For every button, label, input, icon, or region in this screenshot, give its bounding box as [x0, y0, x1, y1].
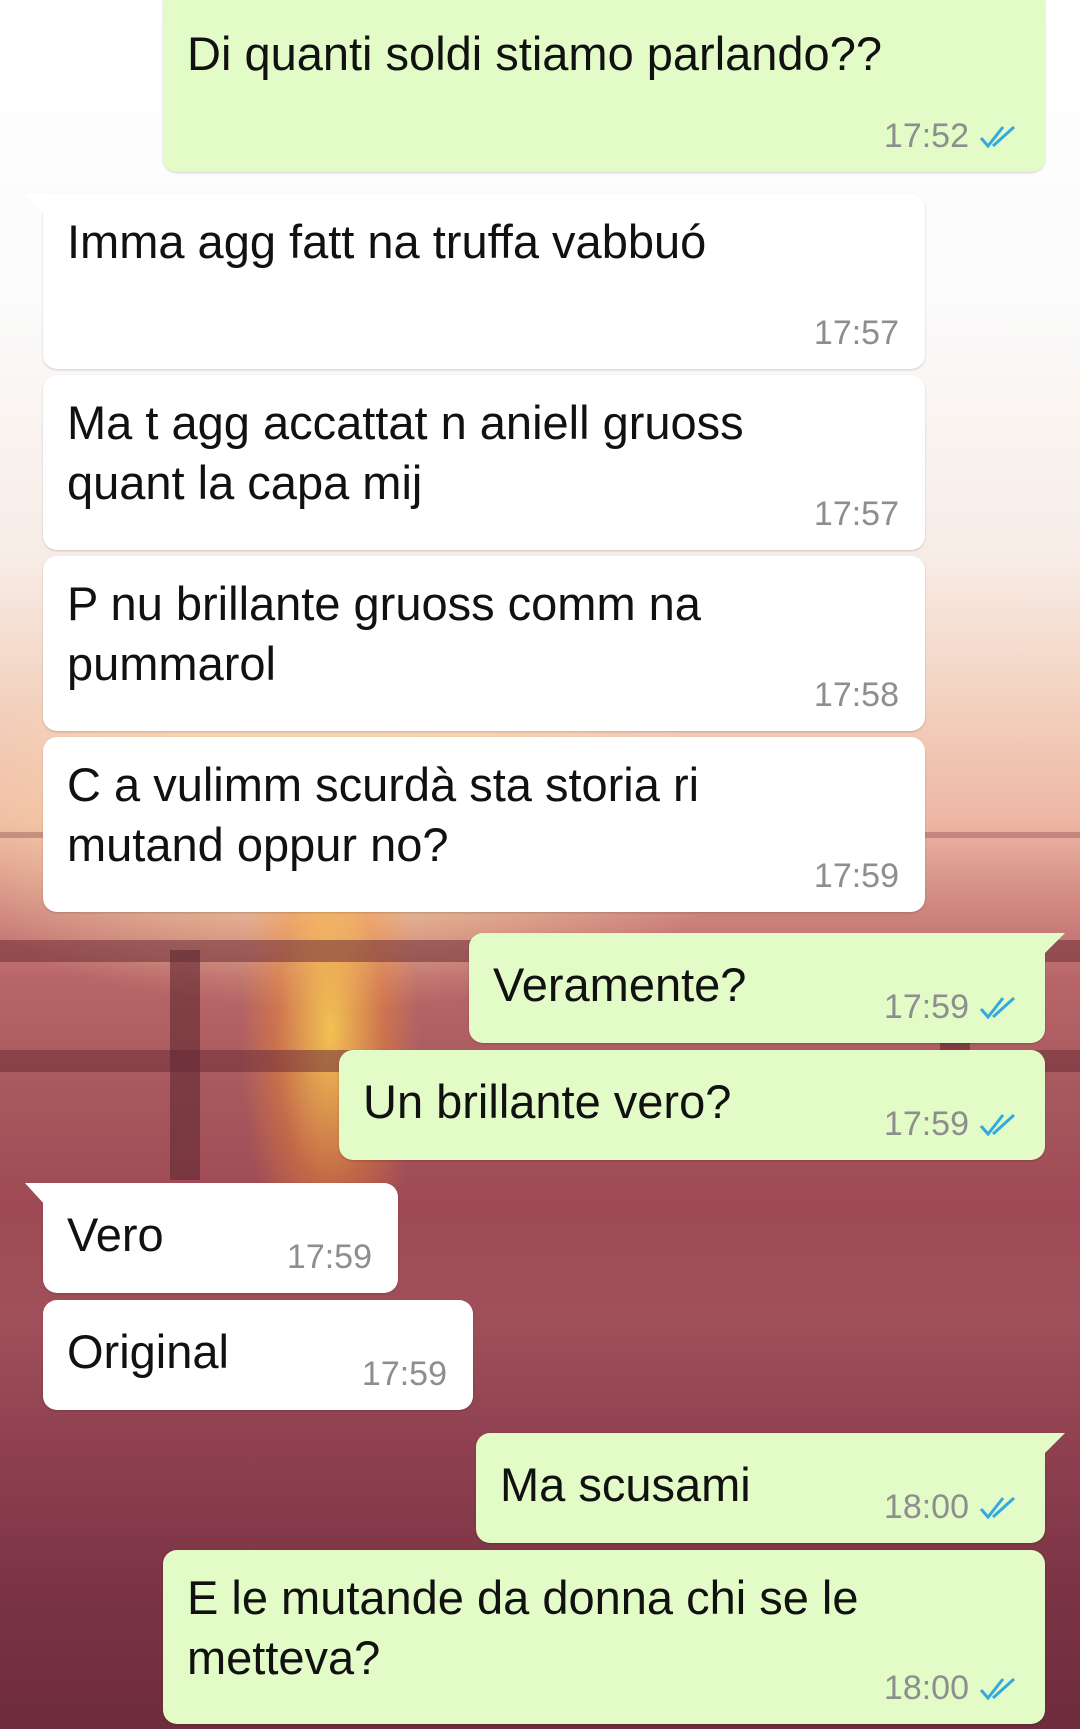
- message-meta: 17:58: [814, 676, 899, 715]
- message-text: Un brillante vero?: [363, 1075, 732, 1128]
- message-time: 17:59: [813, 857, 899, 895]
- message-time: 17:57: [813, 314, 899, 352]
- message-bubble-incoming[interactable]: Original 17:59: [43, 1300, 473, 1410]
- message-meta: 17:59: [287, 1238, 372, 1277]
- message-bubble-incoming[interactable]: Imma agg fatt na truffa vabbuó 17:57: [25, 194, 925, 369]
- message-time: 17:58: [813, 676, 899, 714]
- message-time: 17:52: [883, 117, 969, 155]
- message-meta: 17:59: [362, 1355, 447, 1394]
- message-time: 18:00: [883, 1488, 969, 1526]
- message-bubble-incoming[interactable]: C a vulimm scurdà sta storia ri mutand o…: [43, 737, 925, 912]
- message-text: C a vulimm scurdà sta storia ri mutand o…: [67, 755, 699, 875]
- bubble-tail: [25, 1183, 45, 1205]
- message-meta: 18:00: [884, 1488, 1019, 1527]
- message-text: Vero: [67, 1208, 164, 1261]
- double-check-read-icon: [979, 1496, 1016, 1519]
- message-bubble-outgoing[interactable]: Ma scusami 18:00: [476, 1433, 1065, 1543]
- message-time: 18:00: [883, 1669, 969, 1707]
- message-time: 17:59: [361, 1355, 447, 1393]
- message-text: Imma agg fatt na truffa vabbuó: [67, 215, 707, 268]
- message-text-line: pummarol: [67, 637, 276, 690]
- message-time: 17:59: [883, 1105, 969, 1143]
- message-meta: 18:00: [884, 1669, 1019, 1708]
- message-text-line: quant la capa mij: [67, 456, 423, 509]
- message-meta: 17:59: [884, 1105, 1019, 1144]
- message-text: P nu brillante gruoss comm na pummarol: [67, 574, 701, 694]
- message-bubble-incoming[interactable]: Vero 17:59: [25, 1183, 398, 1293]
- message-time: 17:59: [286, 1238, 372, 1276]
- message-text: E le mutande da donna chi se le metteva?: [187, 1568, 859, 1688]
- message-meta: 17:52: [884, 117, 1019, 156]
- double-check-read-icon: [979, 1113, 1016, 1136]
- message-time: 17:59: [883, 988, 969, 1026]
- double-check-read-icon: [979, 125, 1016, 148]
- bubble-tail: [1043, 933, 1065, 955]
- message-bubble-incoming[interactable]: Ma t agg accattat n aniell gruoss quant …: [43, 375, 925, 550]
- bubble-tail: [25, 194, 45, 216]
- message-meta: 17:59: [884, 988, 1019, 1027]
- message-text-line: C a vulimm scurdà sta storia ri: [67, 758, 700, 811]
- message-meta: 17:59: [814, 857, 899, 896]
- message-text: Ma t agg accattat n aniell gruoss quant …: [67, 393, 744, 513]
- message-text-line: Ma t agg accattat n aniell gruoss: [67, 396, 744, 449]
- message-bubble-outgoing[interactable]: E le mutande da donna chi se le metteva?…: [163, 1550, 1045, 1724]
- message-bubble-outgoing[interactable]: Veramente? 17:59: [469, 933, 1065, 1043]
- message-bubble-outgoing[interactable]: Di quanti soldi stiamo parlando?? 17:52: [163, 0, 1045, 172]
- message-time: 17:57: [813, 495, 899, 533]
- message-text-line: P nu brillante gruoss comm na: [67, 577, 701, 630]
- message-text: Di quanti soldi stiamo parlando??: [187, 27, 882, 80]
- double-check-read-icon: [979, 996, 1016, 1019]
- bubble-tail: [1043, 1433, 1065, 1455]
- double-check-read-icon: [979, 1677, 1016, 1700]
- message-text-line: mutand oppur no?: [67, 818, 449, 871]
- wallpaper-post: [170, 950, 200, 1180]
- message-bubble-incoming[interactable]: P nu brillante gruoss comm na pummarol 1…: [43, 556, 925, 731]
- message-bubble-outgoing[interactable]: Un brillante vero? 17:59: [339, 1050, 1045, 1160]
- message-text: Ma scusami: [500, 1458, 751, 1511]
- message-text-line: E le mutande da donna chi se le: [187, 1571, 859, 1624]
- message-text: Original: [67, 1325, 229, 1378]
- message-text: Veramente?: [493, 958, 747, 1011]
- message-meta: 17:57: [814, 495, 899, 534]
- message-meta: 17:57: [814, 314, 899, 353]
- message-text-line: metteva?: [187, 1631, 381, 1684]
